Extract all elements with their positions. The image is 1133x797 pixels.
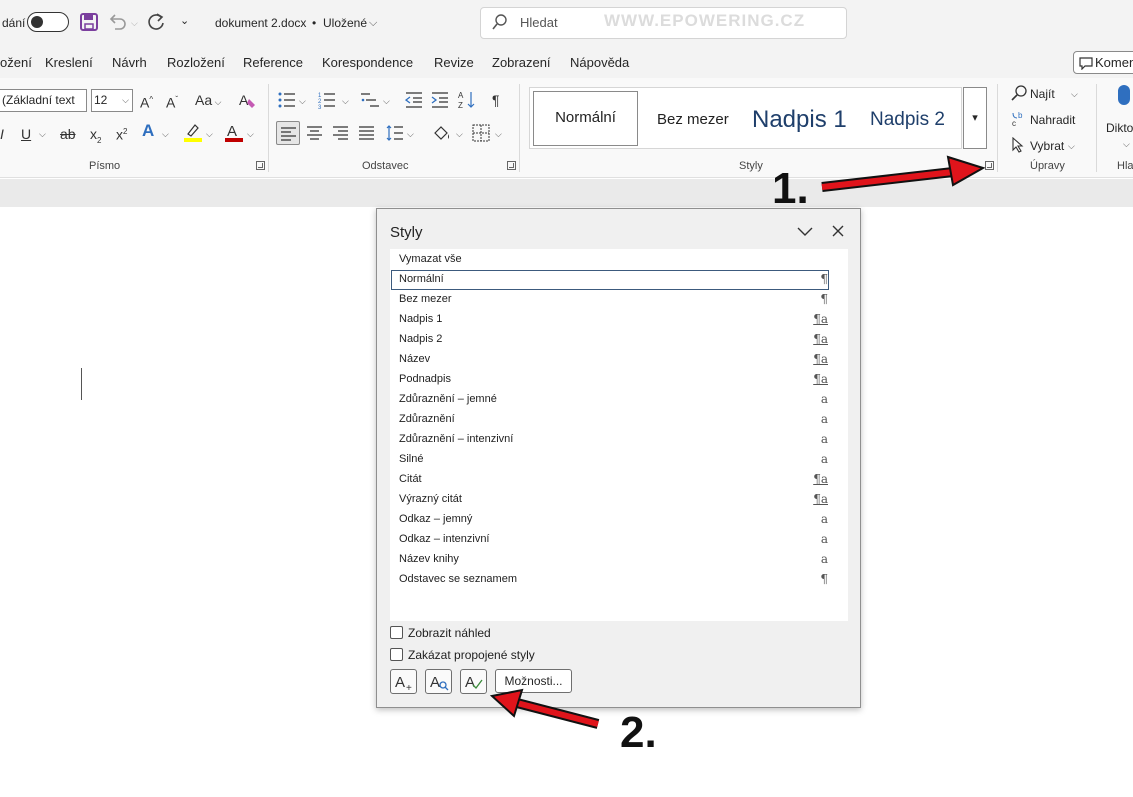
step-1-label: 1. <box>772 164 809 213</box>
step-2-label: 2. <box>620 708 657 757</box>
word-window: dání ⌵ ⌄ dokument 2.docx • Uložené ⌵ Hle… <box>0 0 1133 797</box>
arrow-to-manage-styles <box>489 688 600 729</box>
arrow-to-styles-launcher <box>821 155 986 192</box>
annotation-arrows <box>489 155 986 729</box>
